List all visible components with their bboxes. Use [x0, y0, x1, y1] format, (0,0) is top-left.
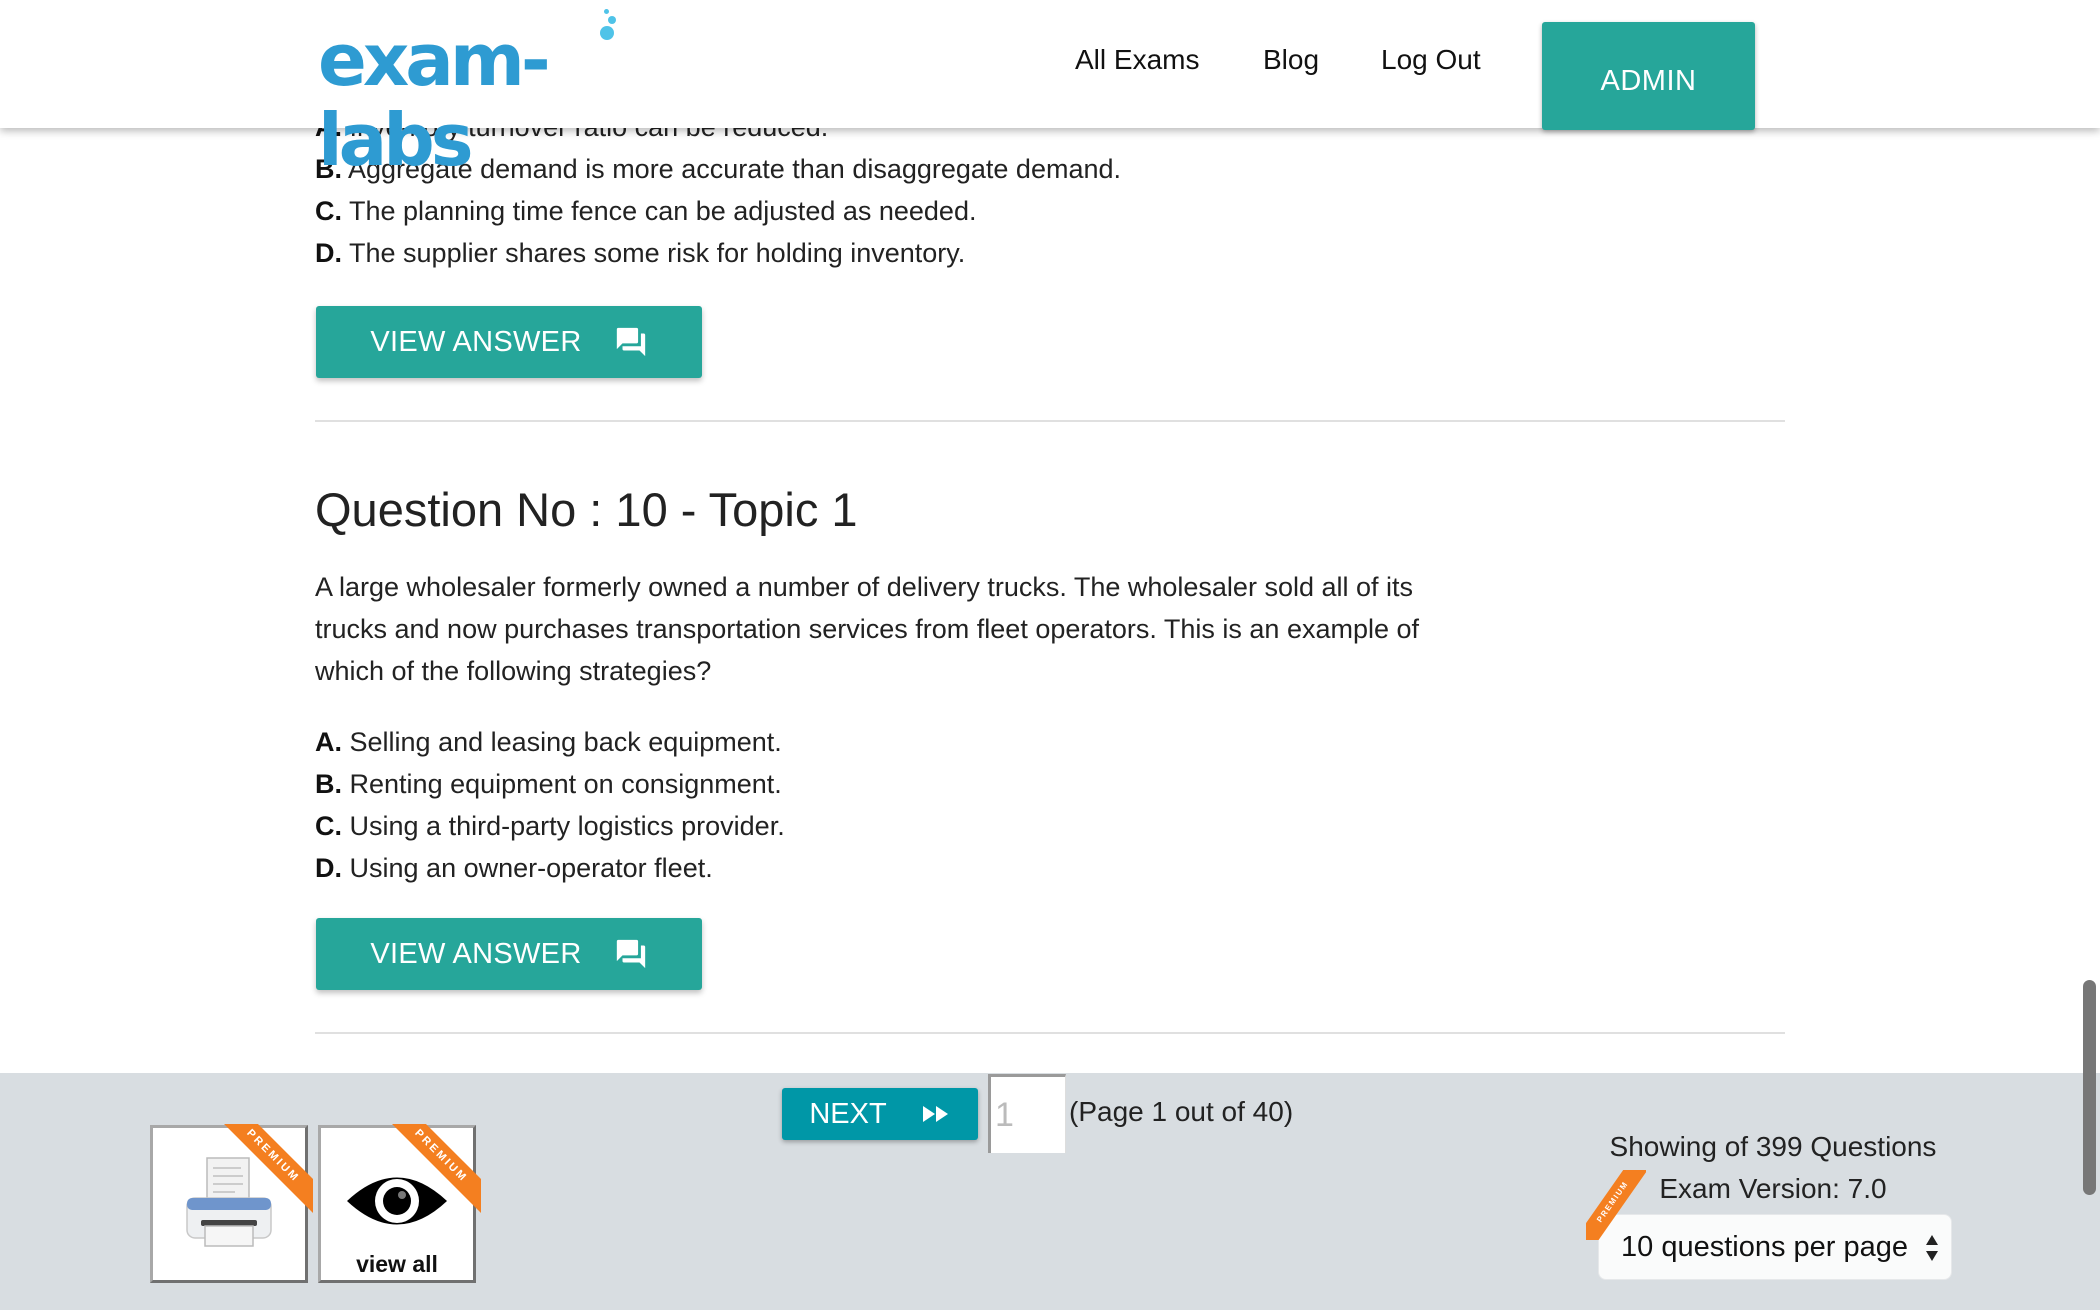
option-text: Using an owner-operator fleet. — [349, 853, 713, 883]
option-d: D. Using an owner-operator fleet. — [315, 851, 713, 885]
logo-bubble-icon — [608, 16, 616, 24]
site-header: exam-labs All Exams Blog Log Out ADMIN — [0, 0, 2100, 180]
scrollbar-thumb[interactable] — [2083, 980, 2096, 1195]
premium-ribbon: PREMIUM — [1586, 1170, 1646, 1240]
option-b: B. Renting equipment on consignment. — [315, 767, 782, 801]
pagination-footer: PREMIUM view all PREMIUM NEXT (Page 1 ou… — [0, 1073, 2100, 1310]
logo-bubble-icon — [604, 9, 609, 14]
forum-icon — [616, 939, 645, 969]
logo-text: exam-labs — [318, 18, 551, 182]
option-letter: C. — [315, 196, 342, 226]
select-arrows-icon — [1926, 1235, 1938, 1261]
option-text: Selling and leasing back equipment. — [349, 727, 782, 757]
option-letter: D. — [315, 853, 342, 883]
nav-blog[interactable]: Blog — [1263, 44, 1319, 76]
question-divider — [315, 1032, 1785, 1034]
forum-icon — [616, 327, 645, 357]
option-text: Using a third-party logistics provider. — [349, 811, 785, 841]
view-all-label: view all — [356, 1251, 438, 1277]
option-text: The planning time fence can be adjusted … — [349, 196, 977, 226]
nav-log-out[interactable]: Log Out — [1381, 44, 1481, 76]
page-number-input[interactable] — [988, 1074, 1066, 1153]
question-text: A large wholesaler formerly owned a numb… — [315, 572, 1420, 686]
logo-bubble-icon — [600, 26, 614, 40]
exam-labs-logo[interactable]: exam-labs — [318, 6, 698, 180]
prev-option-d: D. The supplier shares some risk for hol… — [315, 236, 965, 270]
next-page-button[interactable]: NEXT — [782, 1088, 978, 1140]
option-letter: D. — [315, 238, 342, 268]
premium-ribbon: PREMIUM — [223, 1124, 313, 1214]
page-info: (Page 1 out of 40) — [1069, 1096, 1294, 1127]
nav-all-exams[interactable]: All Exams — [1075, 44, 1199, 76]
premium-ribbon: PREMIUM — [391, 1124, 481, 1214]
print-button[interactable]: PREMIUM — [150, 1124, 313, 1283]
option-letter: A. — [315, 727, 342, 757]
next-label: NEXT — [809, 1097, 887, 1130]
view-answer-button-prev[interactable]: VIEW ANSWER — [316, 306, 702, 378]
question-title: Question No : 10 - Topic 1 — [315, 483, 858, 536]
view-answer-label: VIEW ANSWER — [370, 325, 582, 358]
view-all-button[interactable]: view all PREMIUM — [318, 1124, 481, 1283]
option-text: The supplier shares some risk for holdin… — [349, 238, 966, 268]
fast-forward-icon — [922, 1106, 948, 1122]
option-c: C. Using a third-party logistics provide… — [315, 809, 785, 843]
option-a: A. Selling and leasing back equipment. — [315, 725, 782, 759]
view-answer-button[interactable]: VIEW ANSWER — [316, 918, 702, 990]
view-answer-label: VIEW ANSWER — [370, 937, 582, 970]
questions-count: Showing of 399 Questions — [1609, 1131, 1937, 1162]
prev-option-c: C. The planning time fence can be adjust… — [315, 194, 976, 228]
option-letter: C. — [315, 811, 342, 841]
questions-per-page-select[interactable]: 10 questions per page — [1598, 1214, 1952, 1280]
admin-button[interactable]: ADMIN — [1542, 22, 1755, 130]
option-text: Renting equipment on consignment. — [349, 769, 782, 799]
option-letter: B. — [315, 769, 342, 799]
per-page-value: 10 questions per page — [1621, 1230, 1908, 1263]
question-divider — [315, 420, 1785, 422]
